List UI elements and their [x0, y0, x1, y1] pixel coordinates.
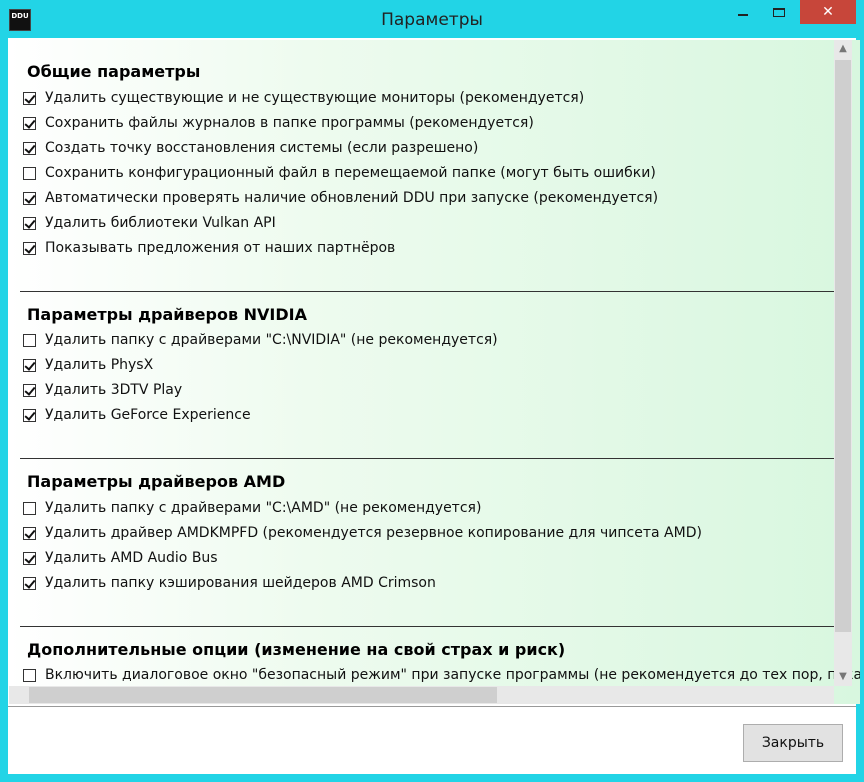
option-remove-geforce-experience[interactable]: Удалить GeForce Experience: [23, 405, 251, 425]
checkbox[interactable]: [23, 116, 36, 130]
maximize-icon: [773, 8, 785, 17]
nvidia-section-title: Параметры драйверов NVIDIA: [27, 305, 307, 324]
option-restore-point[interactable]: Создать точку восстановления системы (ес…: [23, 138, 478, 158]
option-remove-3dtv[interactable]: Удалить 3DTV Play: [23, 380, 182, 400]
option-label: Удалить GeForce Experience: [45, 407, 251, 423]
horizontal-scroll-thumb[interactable]: [29, 687, 497, 703]
section-divider: [20, 458, 834, 459]
option-label: Создать точку восстановления системы (ес…: [45, 140, 479, 156]
maximize-button[interactable]: [760, 0, 800, 24]
option-remove-amd-folder[interactable]: Удалить папку с драйверами "C:\AMD" (не …: [23, 498, 481, 518]
minimize-icon: [738, 14, 748, 16]
checkbox[interactable]: [23, 358, 36, 372]
options-scroll-pane: Общие параметры Удалить существующие и н…: [9, 40, 860, 704]
option-remove-amdkmpfd[interactable]: Удалить драйвер AMDKMPFD (рекомендуется …: [23, 523, 702, 543]
close-icon: ✕: [822, 4, 834, 20]
option-show-partner-offers[interactable]: Показывать предложения от наших партнёро…: [23, 238, 395, 258]
option-label: Удалить PhysX: [45, 357, 154, 373]
option-label: Удалить библиотеки Vulkan API: [45, 215, 276, 231]
scroll-down-arrow-icon[interactable]: ▼: [834, 668, 852, 686]
option-remove-amd-shader-cache[interactable]: Удалить папку кэширования шейдеров AMD C…: [23, 573, 436, 593]
checkbox[interactable]: [23, 668, 36, 682]
section-divider: [20, 291, 834, 292]
vertical-scrollbar[interactable]: ▲ ▼: [834, 40, 852, 686]
option-label: Удалить папку с драйверами "C:\NVIDIA" (…: [45, 332, 498, 348]
scroll-up-arrow-icon[interactable]: ▲: [834, 40, 852, 58]
option-check-updates[interactable]: Автоматически проверять наличие обновлен…: [23, 188, 658, 208]
option-label: Удалить существующие и не существующие м…: [45, 90, 585, 106]
option-label: Удалить драйвер AMDKMPFD (рекомендуется …: [45, 525, 702, 541]
option-label: Показывать предложения от наших партнёро…: [45, 240, 396, 256]
option-label: Сохранить конфигурационный файл в переме…: [45, 165, 656, 181]
checkbox[interactable]: [23, 383, 36, 397]
checkbox[interactable]: [23, 241, 36, 255]
checkbox[interactable]: [23, 216, 36, 230]
vertical-scroll-thumb[interactable]: [835, 60, 851, 632]
option-label: Включить диалоговое окно "безопасный реж…: [45, 667, 860, 683]
checkbox[interactable]: [23, 191, 36, 205]
close-button[interactable]: Закрыть: [743, 724, 843, 762]
settings-window: DDU Параметры ✕ Общие параметры Удалить …: [0, 0, 864, 782]
option-label: Автоматически проверять наличие обновлен…: [45, 190, 659, 206]
option-label: Сохранить файлы журналов в папке програм…: [45, 115, 534, 131]
checkbox[interactable]: [23, 141, 36, 155]
minimize-button[interactable]: [728, 0, 758, 24]
option-label: Удалить AMD Audio Bus: [45, 550, 218, 566]
checkbox[interactable]: [23, 526, 36, 540]
footer-divider: [8, 706, 856, 707]
window-close-button[interactable]: ✕: [800, 0, 856, 24]
section-divider: [20, 626, 834, 627]
checkbox[interactable]: [23, 91, 36, 105]
option-remove-physx[interactable]: Удалить PhysX: [23, 355, 153, 375]
option-remove-nvidia-folder[interactable]: Удалить папку с драйверами "C:\NVIDIA" (…: [23, 330, 498, 350]
checkbox[interactable]: [23, 576, 36, 590]
option-label: Удалить 3DTV Play: [45, 382, 183, 398]
option-roaming-config[interactable]: Сохранить конфигурационный файл в переме…: [23, 163, 656, 183]
option-save-logs[interactable]: Сохранить файлы журналов в папке програм…: [23, 113, 534, 133]
checkbox[interactable]: [23, 333, 36, 347]
dialog-client-area: Общие параметры Удалить существующие и н…: [8, 38, 860, 774]
general-section-title: Общие параметры: [27, 62, 201, 81]
horizontal-scrollbar[interactable]: [9, 686, 834, 704]
option-remove-amd-audio-bus[interactable]: Удалить AMD Audio Bus: [23, 548, 218, 568]
title-bar: DDU Параметры ✕: [0, 0, 864, 38]
amd-section-title: Параметры драйверов AMD: [27, 472, 286, 491]
checkbox[interactable]: [23, 501, 36, 515]
option-remove-monitors[interactable]: Удалить существующие и не существующие м…: [23, 88, 584, 108]
checkbox[interactable]: [23, 551, 36, 565]
checkbox[interactable]: [23, 408, 36, 422]
option-safe-mode-dialog[interactable]: Включить диалоговое окно "безопасный реж…: [23, 665, 860, 685]
advanced-section-title: Дополнительные опции (изменение на свой …: [27, 640, 566, 659]
option-label: Удалить папку кэширования шейдеров AMD C…: [45, 575, 436, 591]
option-remove-vulkan[interactable]: Удалить библиотеки Vulkan API: [23, 213, 276, 233]
checkbox[interactable]: [23, 166, 36, 180]
option-label: Удалить папку с драйверами "C:\AMD" (не …: [45, 500, 482, 516]
